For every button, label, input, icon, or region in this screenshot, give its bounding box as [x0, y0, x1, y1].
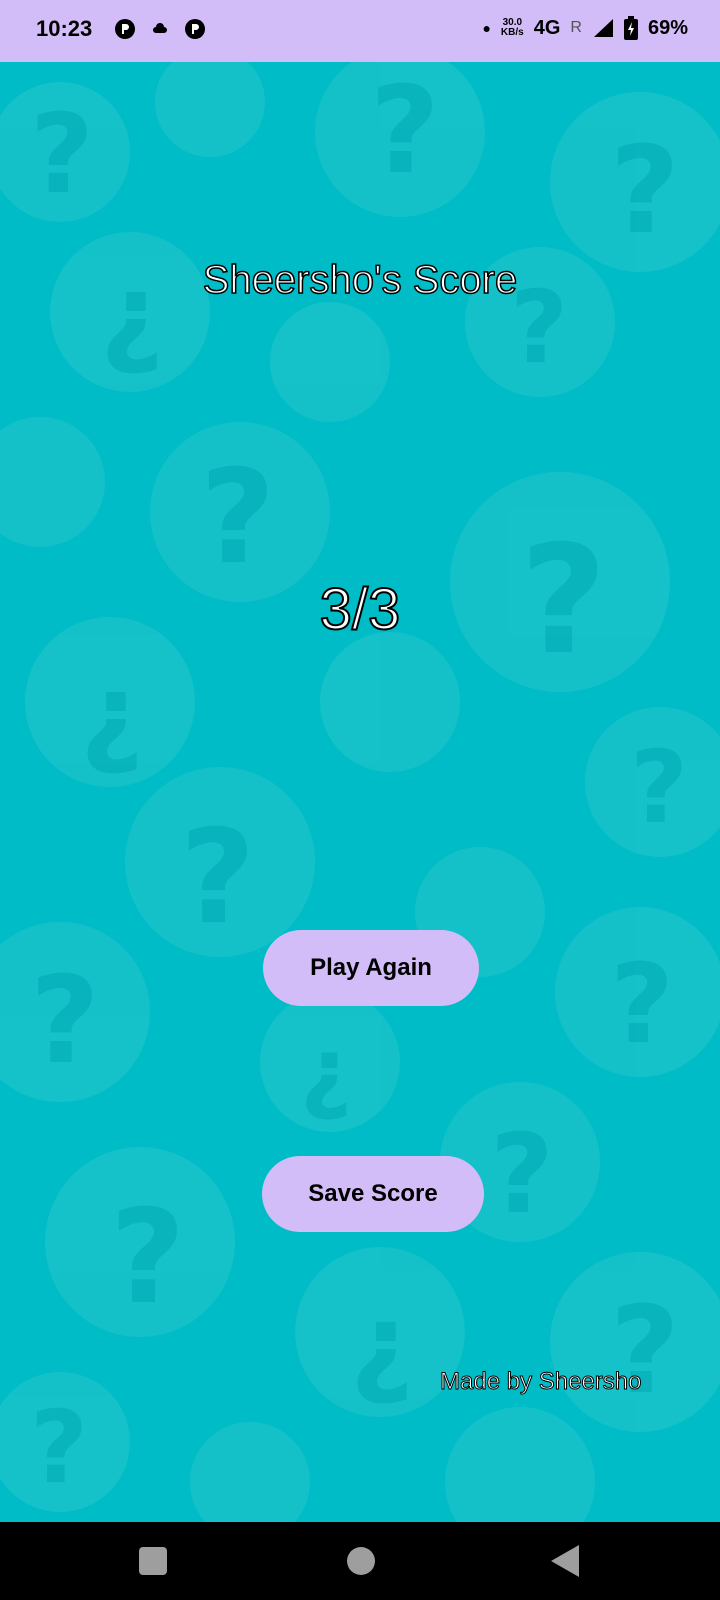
app-notification-icon-2: [185, 19, 205, 39]
network-type: 4G: [533, 16, 561, 39]
svg-text:?: ?: [30, 952, 100, 1091]
status-bar: 10:23 ● 30.0 KB/s 4G R 69%: [0, 0, 720, 62]
svg-text:?: ?: [610, 1282, 680, 1421]
dot-icon: ●: [482, 20, 491, 36]
recents-icon[interactable]: [139, 1547, 167, 1575]
svg-text:?: ?: [610, 122, 680, 261]
battery-percent: 69%: [647, 16, 688, 39]
score-value: 3/3: [319, 576, 402, 643]
app-notification-icon: [115, 19, 135, 39]
system-indicators: ● 30.0 KB/s 4G R 69%: [482, 16, 688, 40]
svg-text:¿: ¿: [350, 1280, 414, 1408]
battery-icon: [623, 16, 638, 40]
roaming-indicator: R: [570, 19, 582, 36]
clock: 10:23: [36, 16, 93, 41]
network-speed: 30.0 KB/s: [501, 18, 524, 38]
svg-text:¿: ¿: [300, 1019, 352, 1124]
speed-unit: KB/s: [500, 27, 524, 38]
svg-text:?: ?: [110, 1181, 185, 1333]
svg-text:?: ?: [180, 801, 255, 953]
svg-text:?: ?: [30, 90, 94, 218]
credits-text: Made by Sheersho: [439, 1368, 642, 1396]
svg-text:?: ?: [370, 62, 440, 201]
svg-text:?: ?: [30, 1389, 88, 1506]
home-icon[interactable]: [347, 1547, 375, 1575]
save-score-button[interactable]: Save Score: [262, 1156, 484, 1232]
svg-text:?: ?: [610, 940, 674, 1068]
svg-text:?: ?: [490, 1110, 554, 1238]
back-icon[interactable]: [551, 1545, 579, 1577]
signal-icon: [593, 19, 613, 37]
navigation-bar: [0, 1522, 720, 1600]
score-screen: ??? ¿?? ? ¿? ??? ¿?? ¿?? Sheersho's Score…: [0, 62, 720, 1522]
cloud-icon: [153, 23, 167, 33]
page-title: Sheersho's Score: [202, 257, 518, 303]
notification-icons: [114, 18, 206, 40]
play-again-button[interactable]: Play Again: [263, 930, 479, 1006]
svg-text:?: ?: [200, 441, 275, 593]
svg-text:¿: ¿: [80, 650, 144, 778]
svg-text:?: ?: [630, 729, 688, 846]
